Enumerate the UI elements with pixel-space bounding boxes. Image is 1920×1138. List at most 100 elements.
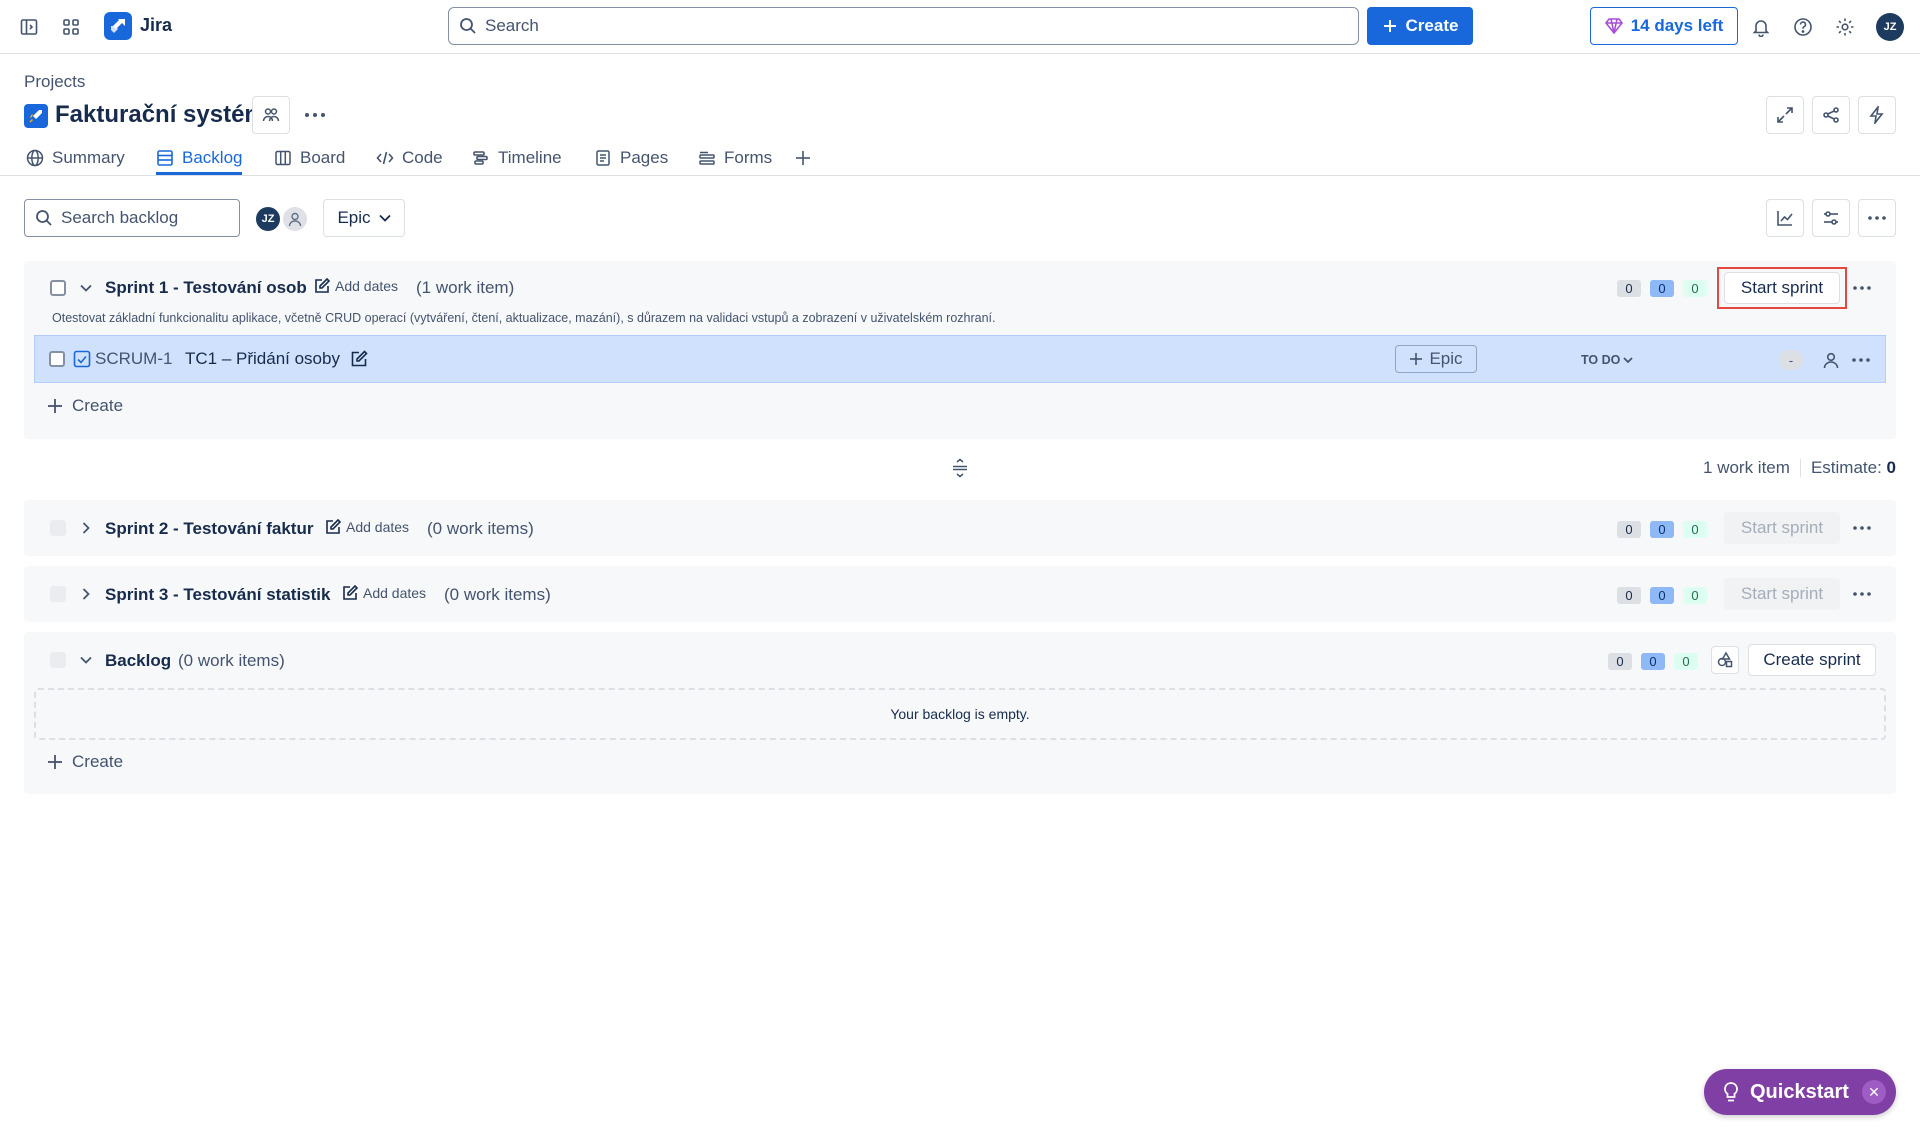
search-icon [35,209,53,227]
chevron-down-icon [1623,356,1633,364]
timeline-icon [472,149,490,167]
resize-splitter-icon[interactable] [950,458,970,478]
filter-avatar-jz[interactable]: JZ [254,205,282,233]
sprint-name[interactable]: Sprint 1 - Testování osob [105,278,307,298]
divider [1799,459,1801,477]
sprint-name[interactable]: Sprint 3 - Testování statistik [105,585,330,605]
global-search[interactable] [448,7,1359,45]
fullscreen-expand-button[interactable] [1766,96,1804,134]
sprint-name[interactable]: Sprint 2 - Testování faktur [105,519,313,539]
tab-summary-label: Summary [52,148,125,167]
backlog-more-button[interactable] [1858,199,1896,237]
tab-board[interactable]: Board [274,144,345,175]
settings-gear-icon[interactable] [1828,10,1862,44]
create-button[interactable]: Create [1367,7,1473,45]
plus-icon [46,753,64,771]
insights-button[interactable] [1766,199,1804,237]
estimate-value: 0 [1886,458,1896,477]
chevron-down-icon[interactable] [76,278,96,298]
backlog-select-checkbox[interactable] [50,652,66,668]
quickstart-button[interactable]: Quickstart ✕ [1704,1069,1896,1115]
estimate-total: Estimate: 0 [1811,458,1896,478]
issue-select-checkbox[interactable] [49,351,65,367]
tab-code[interactable]: Code [376,144,443,175]
start-sprint-button[interactable]: Start sprint [1724,512,1840,544]
forms-icon [698,149,716,167]
assignee-person-icon[interactable] [1819,348,1843,372]
filter-avatar-unassigned[interactable] [281,205,309,233]
sprint-item-count: (1 work item) [416,278,515,297]
edit-icon[interactable] [349,349,369,369]
breadcrumb-projects[interactable]: Projects [24,72,85,92]
create-button-label: Create [1405,16,1459,35]
edit-icon [341,584,359,602]
add-dates-button[interactable]: Add dates [313,277,398,295]
sprint-more-icon[interactable] [1846,272,1878,304]
tab-summary[interactable]: Summary [26,144,125,175]
backlog-item-count: (0 work items) [178,651,285,670]
create-issue-button[interactable]: Create [46,396,123,416]
sprint-select-checkbox[interactable] [50,586,66,602]
chevron-down-icon[interactable] [76,650,96,670]
share-icon [1822,106,1840,124]
notifications-bell-icon[interactable] [1744,10,1778,44]
create-sprint-button[interactable]: Create sprint [1748,644,1876,676]
sprint-more-icon[interactable] [1846,512,1878,544]
tab-forms[interactable]: Forms [698,144,772,175]
todo-count-badge: 0 [1608,653,1632,670]
sprint-1-container: Sprint 1 - Testování osob Add dates (1 w… [24,261,1896,439]
add-epic-button[interactable]: Epic [1395,345,1477,373]
sidebar-toggle-icon[interactable] [12,10,46,44]
chevron-right-icon[interactable] [76,584,96,604]
issue-more-icon[interactable] [1845,344,1877,376]
team-people-button[interactable] [252,96,290,134]
expand-icon [1776,106,1794,124]
sprint-more-icon[interactable] [1846,578,1878,610]
app-switcher-icon[interactable] [54,10,88,44]
trial-days-button[interactable]: 14 days left [1590,7,1738,45]
project-more-icon[interactable] [298,98,332,132]
start-sprint-button[interactable]: Start sprint [1724,272,1840,304]
app-name[interactable]: Jira [140,15,172,36]
table-row[interactable]: SCRUM-1 TC1 – Přidání osoby Epic TO DO - [34,335,1886,383]
status-dropdown[interactable]: TO DO [1575,350,1639,370]
add-dates-label: Add dates [346,519,410,535]
top-navigation-bar: Jira Create 14 days left JZ [0,0,1920,54]
jira-logo-icon[interactable] [104,12,132,40]
help-icon[interactable] [1786,10,1820,44]
sprint-item-count: (0 work items) [427,519,534,538]
tab-pages[interactable]: Pages [594,144,668,175]
in-progress-count-badge: 0 [1650,521,1674,538]
backlog-name[interactable]: Backlog [105,651,171,671]
backlog-search[interactable] [24,199,240,237]
backlog-search-input[interactable] [61,208,239,228]
epic-button-label: Epic [1429,349,1463,368]
chart-line-icon [1776,209,1794,227]
sprint-select-checkbox[interactable] [50,280,66,296]
view-settings-button[interactable] [1812,199,1850,237]
start-sprint-button[interactable]: Start sprint [1724,578,1840,610]
add-dates-button[interactable]: Add dates [324,518,409,536]
issue-summary[interactable]: TC1 – Přidání osoby [185,349,340,369]
sprint-select-checkbox[interactable] [50,520,66,536]
automation-button[interactable] [1858,96,1896,134]
search-icon [459,17,477,35]
tab-timeline[interactable]: Timeline [472,144,562,175]
global-search-input[interactable] [485,16,1358,36]
epic-filter-dropdown[interactable]: Epic [323,199,405,237]
status-label: TO DO [1581,353,1621,367]
share-button[interactable] [1812,96,1850,134]
add-tab-button[interactable] [794,144,812,175]
close-icon[interactable]: ✕ [1862,1080,1886,1104]
story-points-estimate[interactable]: - [1779,350,1803,370]
linked-items-button[interactable] [1711,646,1739,674]
tab-backlog[interactable]: Backlog [156,144,243,175]
issue-key[interactable]: SCRUM-1 [95,349,172,369]
chevron-down-icon [378,214,391,222]
create-issue-label: Create [72,396,124,415]
add-dates-button[interactable]: Add dates [341,584,426,602]
task-type-icon [73,350,91,368]
create-issue-button[interactable]: Create [46,752,123,772]
chevron-right-icon[interactable] [76,518,96,538]
user-avatar[interactable]: JZ [1876,13,1904,41]
